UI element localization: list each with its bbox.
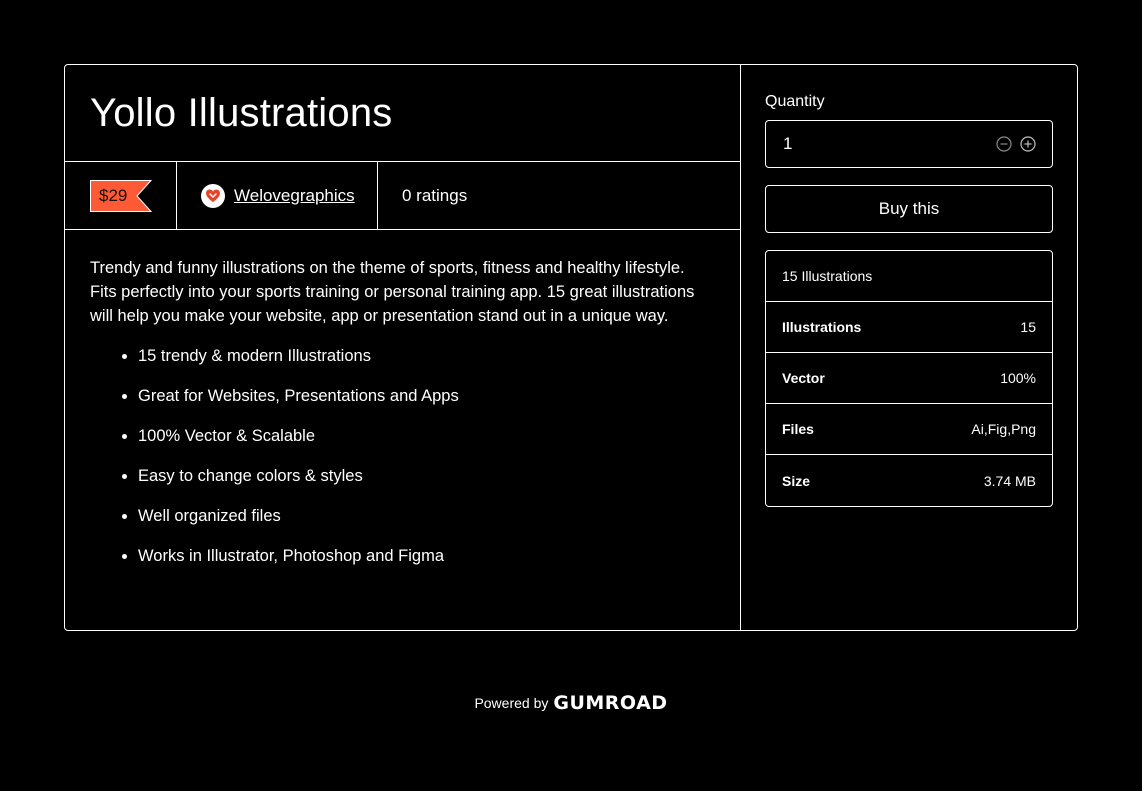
feature-item: 15 trendy & modern Illustrations <box>138 344 715 368</box>
info-row: Vector 100% <box>766 353 1052 404</box>
feature-list: 15 trendy & modern Illustrations Great f… <box>90 344 715 568</box>
info-row: Illustrations 15 <box>766 302 1052 353</box>
info-value: Ai,Fig,Png <box>971 421 1036 437</box>
info-row: Size 3.74 MB <box>766 455 1052 506</box>
info-value: 15 <box>1020 319 1036 335</box>
footer: Powered by GUMROAD <box>0 692 1142 714</box>
gumroad-logo[interactable]: GUMROAD <box>553 692 667 714</box>
plus-circle-icon <box>1020 136 1036 152</box>
quantity-input[interactable]: 1 <box>783 134 988 154</box>
feature-item: Works in Illustrator, Photoshop and Figm… <box>138 544 715 568</box>
info-key: Files <box>782 421 814 437</box>
info-key: Illustrations <box>782 319 862 335</box>
info-header-text: 15 Illustrations <box>782 268 873 284</box>
increment-button[interactable] <box>1020 136 1036 152</box>
feature-item: Great for Websites, Presentations and Ap… <box>138 384 715 408</box>
info-value: 100% <box>1000 370 1036 386</box>
creator-avatar[interactable] <box>201 183 225 208</box>
purchase-panel: Quantity 1 Buy this 15 Illustrations Ill… <box>741 65 1077 630</box>
decrement-button[interactable] <box>996 136 1012 152</box>
price-tag: $29 <box>90 179 152 212</box>
buy-button[interactable]: Buy this <box>765 185 1053 233</box>
price-cell: $29 <box>65 162 177 229</box>
minus-circle-icon <box>996 136 1012 152</box>
info-key: Vector <box>782 370 825 386</box>
product-meta-row: $29 Welovegraphics 0 ratings <box>65 162 740 230</box>
ratings-count: 0 ratings <box>402 185 468 205</box>
product-title: Yollo Illustrations <box>90 90 393 135</box>
feature-item: Easy to change colors & styles <box>138 464 715 488</box>
info-key: Size <box>782 472 811 489</box>
creator-cell[interactable]: Welovegraphics <box>177 162 378 229</box>
product-description: Trendy and funny illustrations on the th… <box>65 230 740 584</box>
product-details: Yollo Illustrations $29 Welovegraphics 0… <box>65 65 741 630</box>
creator-link[interactable]: Welovegraphics <box>234 186 355 206</box>
product-info-table: 15 Illustrations Illustrations 15 Vector… <box>765 250 1053 507</box>
price-value: $29 <box>99 185 128 205</box>
feature-item: 100% Vector & Scalable <box>138 424 715 448</box>
title-row: Yollo Illustrations <box>65 65 740 162</box>
ratings-cell: 0 ratings <box>378 162 467 229</box>
quantity-stepper[interactable]: 1 <box>765 120 1053 168</box>
quantity-label: Quantity <box>765 93 825 110</box>
description-intro: Trendy and funny illustrations on the th… <box>90 259 695 325</box>
info-row: Files Ai,Fig,Png <box>766 404 1052 455</box>
feature-item: Well organized files <box>138 504 715 528</box>
product-card: Yollo Illustrations $29 Welovegraphics 0… <box>64 64 1078 631</box>
info-value: 3.74 MB <box>983 472 1036 489</box>
info-table-header: 15 Illustrations <box>766 251 1052 302</box>
heart-icon <box>206 189 220 202</box>
powered-by-text: Powered by <box>474 695 549 711</box>
